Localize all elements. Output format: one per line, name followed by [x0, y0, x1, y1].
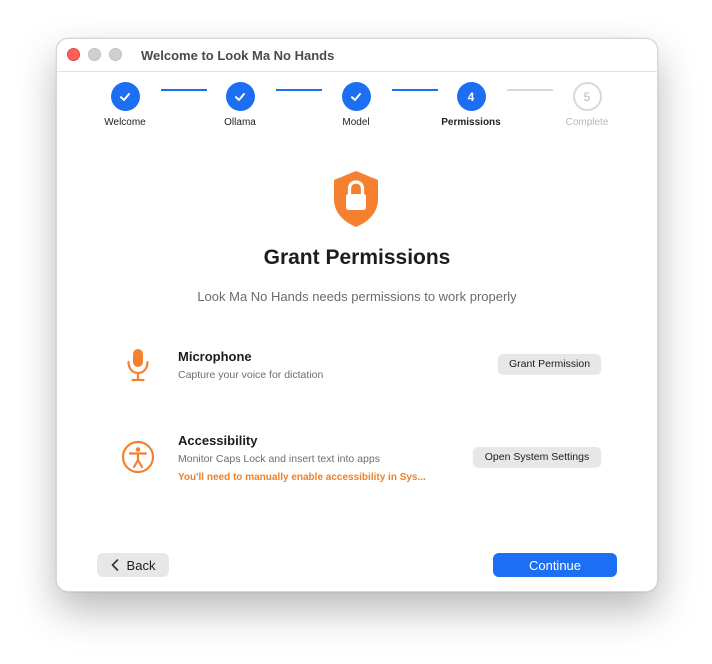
- step-number: 5: [583, 89, 591, 104]
- step-complete: 5 Complete: [537, 82, 637, 128]
- title-bar: Welcome to Look Ma No Hands: [57, 39, 657, 72]
- accessibility-icon: [121, 440, 155, 474]
- open-system-settings-button[interactable]: Open System Settings: [473, 447, 601, 467]
- step-label: Complete: [565, 117, 609, 128]
- continue-button[interactable]: Continue: [493, 553, 617, 577]
- step-permissions: 4 Permissions: [421, 82, 521, 128]
- app-window: Welcome to Look Ma No Hands Welcome Olla…: [56, 38, 658, 592]
- minimize-window-button[interactable]: [88, 48, 101, 61]
- checkmark-icon: [225, 82, 255, 111]
- chevron-left-icon: [111, 559, 118, 571]
- microphone-icon: [127, 349, 149, 382]
- step-label: Model: [342, 117, 370, 128]
- step-number-badge: 5: [572, 82, 602, 111]
- step-number: 4: [467, 89, 475, 104]
- back-button[interactable]: Back: [97, 553, 169, 577]
- step-number-badge: 4: [456, 82, 486, 111]
- permission-description: Capture your voice for dictation: [178, 369, 324, 381]
- step-ollama: Ollama: [190, 82, 290, 128]
- step-label: Permissions: [441, 117, 501, 128]
- permission-title: Microphone: [178, 349, 252, 364]
- permission-title: Accessibility: [178, 433, 258, 448]
- page-subtitle: Look Ma No Hands needs permissions to wo…: [197, 289, 517, 304]
- zoom-window-button[interactable]: [109, 48, 122, 61]
- checkmark-icon: [341, 82, 371, 111]
- lock-shield-icon: [334, 171, 378, 227]
- step-welcome: Welcome: [75, 82, 175, 128]
- step-label: Ollama: [224, 117, 256, 128]
- step-label: Welcome: [104, 117, 146, 128]
- permission-warning: You'll need to manually enable accessibi…: [178, 472, 426, 483]
- close-window-button[interactable]: [67, 48, 80, 61]
- checkmark-icon: [110, 82, 140, 111]
- permission-description: Monitor Caps Lock and insert text into a…: [178, 453, 380, 465]
- grant-permission-button[interactable]: Grant Permission: [498, 354, 601, 374]
- step-model: Model: [306, 82, 406, 128]
- page-title: Grant Permissions: [263, 246, 451, 269]
- back-button-label: Back: [126, 557, 156, 573]
- window-title: Welcome to Look Ma No Hands: [141, 48, 335, 63]
